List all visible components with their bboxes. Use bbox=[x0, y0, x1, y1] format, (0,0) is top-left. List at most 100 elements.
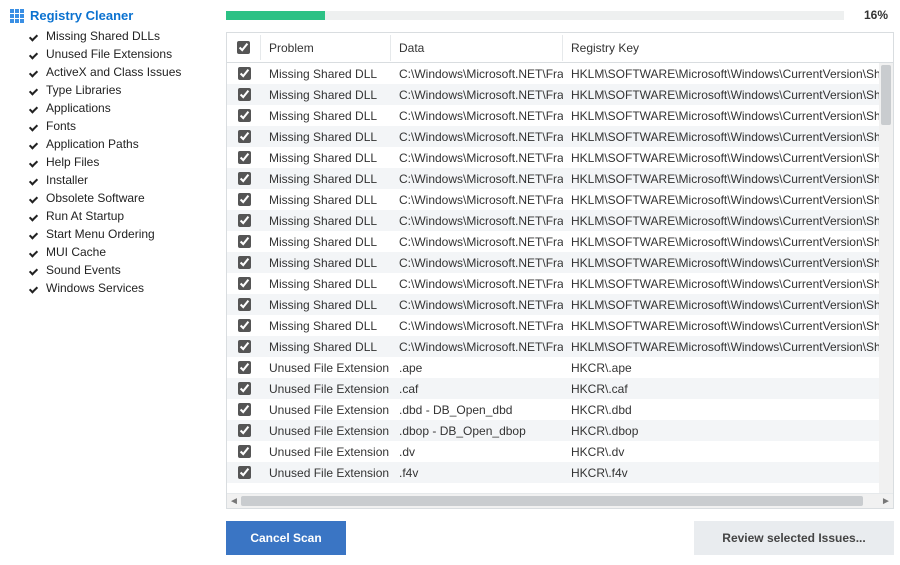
scroll-left-arrow-icon[interactable]: ◄ bbox=[227, 494, 241, 508]
sidebar-item[interactable]: Windows Services bbox=[8, 279, 214, 297]
table-row[interactable]: Missing Shared DLLC:\Windows\Microsoft.N… bbox=[227, 210, 893, 231]
row-checkbox-cell bbox=[227, 65, 261, 82]
row-checkbox[interactable] bbox=[238, 88, 251, 101]
sidebar-item-label: Windows Services bbox=[46, 281, 144, 295]
table-row[interactable]: Missing Shared DLLC:\Windows\Microsoft.N… bbox=[227, 273, 893, 294]
cell-data: C:\Windows\Microsoft.NET\Fra... bbox=[391, 86, 563, 104]
sidebar-item[interactable]: Application Paths bbox=[8, 135, 214, 153]
sidebar-item-label: Help Files bbox=[46, 155, 99, 169]
cell-data: C:\Windows\Microsoft.NET\Fra... bbox=[391, 275, 563, 293]
check-icon bbox=[30, 49, 40, 59]
row-checkbox[interactable] bbox=[238, 361, 251, 374]
cell-key: HKLM\SOFTWARE\Microsoft\Windows\CurrentV… bbox=[563, 65, 893, 83]
table-row[interactable]: Missing Shared DLLC:\Windows\Microsoft.N… bbox=[227, 252, 893, 273]
cell-problem: Missing Shared DLL bbox=[261, 170, 391, 188]
table-row[interactable]: Unused File Extension.dvHKCR\.dv bbox=[227, 441, 893, 462]
sidebar-item[interactable]: Run At Startup bbox=[8, 207, 214, 225]
row-checkbox[interactable] bbox=[238, 172, 251, 185]
cell-key: HKLM\SOFTWARE\Microsoft\Windows\CurrentV… bbox=[563, 254, 893, 272]
sidebar-item[interactable]: Type Libraries bbox=[8, 81, 214, 99]
scroll-right-arrow-icon[interactable]: ► bbox=[879, 494, 893, 508]
sidebar-item[interactable]: Applications bbox=[8, 99, 214, 117]
row-checkbox[interactable] bbox=[238, 424, 251, 437]
row-checkbox[interactable] bbox=[238, 67, 251, 80]
sidebar-item[interactable]: Start Menu Ordering bbox=[8, 225, 214, 243]
row-checkbox[interactable] bbox=[238, 340, 251, 353]
vertical-scrollbar[interactable] bbox=[879, 63, 893, 493]
col-key[interactable]: Registry Key bbox=[563, 35, 893, 61]
row-checkbox[interactable] bbox=[238, 466, 251, 479]
col-problem[interactable]: Problem bbox=[261, 35, 391, 61]
row-checkbox[interactable] bbox=[238, 298, 251, 311]
cell-key: HKLM\SOFTWARE\Microsoft\Windows\CurrentV… bbox=[563, 86, 893, 104]
sidebar-item[interactable]: Sound Events bbox=[8, 261, 214, 279]
row-checkbox[interactable] bbox=[238, 256, 251, 269]
row-checkbox[interactable] bbox=[238, 109, 251, 122]
cell-data: .f4v bbox=[391, 464, 563, 482]
row-checkbox[interactable] bbox=[238, 130, 251, 143]
sidebar-item[interactable]: Missing Shared DLLs bbox=[8, 27, 214, 45]
row-checkbox[interactable] bbox=[238, 151, 251, 164]
horizontal-scroll-thumb[interactable] bbox=[241, 496, 863, 506]
check-icon bbox=[30, 175, 40, 185]
sidebar-header[interactable]: Registry Cleaner bbox=[8, 8, 214, 23]
table-row[interactable]: Missing Shared DLLC:\Windows\Microsoft.N… bbox=[227, 147, 893, 168]
review-issues-button[interactable]: Review selected Issues... bbox=[694, 521, 894, 555]
cell-key: HKLM\SOFTWARE\Microsoft\Windows\CurrentV… bbox=[563, 338, 893, 356]
sidebar-item[interactable]: Help Files bbox=[8, 153, 214, 171]
table-row[interactable]: Missing Shared DLLC:\Windows\Microsoft.N… bbox=[227, 126, 893, 147]
cancel-scan-button[interactable]: Cancel Scan bbox=[226, 521, 346, 555]
cell-data: C:\Windows\Microsoft.NET\Fra... bbox=[391, 149, 563, 167]
row-checkbox[interactable] bbox=[238, 403, 251, 416]
row-checkbox[interactable] bbox=[238, 277, 251, 290]
table-row[interactable]: Unused File Extension.dbop - DB_Open_dbo… bbox=[227, 420, 893, 441]
horizontal-scrollbar[interactable]: ◄ ► bbox=[227, 493, 893, 508]
table-row[interactable]: Unused File Extension.dbd - DB_Open_dbdH… bbox=[227, 399, 893, 420]
cell-problem: Missing Shared DLL bbox=[261, 296, 391, 314]
row-checkbox[interactable] bbox=[238, 382, 251, 395]
table-row[interactable]: Missing Shared DLLC:\Windows\Microsoft.N… bbox=[227, 84, 893, 105]
row-checkbox[interactable] bbox=[238, 193, 251, 206]
row-checkbox-cell bbox=[227, 191, 261, 208]
sidebar-item[interactable]: MUI Cache bbox=[8, 243, 214, 261]
cell-key: HKLM\SOFTWARE\Microsoft\Windows\CurrentV… bbox=[563, 317, 893, 335]
table-row[interactable]: Missing Shared DLLC:\Windows\Microsoft.N… bbox=[227, 231, 893, 252]
cell-data: C:\Windows\Microsoft.NET\Fra... bbox=[391, 254, 563, 272]
check-icon bbox=[30, 121, 40, 131]
cell-problem: Missing Shared DLL bbox=[261, 317, 391, 335]
cell-problem: Unused File Extension bbox=[261, 443, 391, 461]
select-all-checkbox[interactable] bbox=[237, 41, 250, 54]
table-row[interactable]: Unused File Extension.apeHKCR\.ape bbox=[227, 357, 893, 378]
table-row[interactable]: Missing Shared DLLC:\Windows\Microsoft.N… bbox=[227, 315, 893, 336]
check-icon bbox=[30, 103, 40, 113]
cell-data: .dbd - DB_Open_dbd bbox=[391, 401, 563, 419]
table-row[interactable]: Missing Shared DLLC:\Windows\Microsoft.N… bbox=[227, 336, 893, 357]
cell-data: C:\Windows\Microsoft.NET\Fra... bbox=[391, 317, 563, 335]
row-checkbox[interactable] bbox=[238, 214, 251, 227]
row-checkbox[interactable] bbox=[238, 235, 251, 248]
row-checkbox-cell bbox=[227, 359, 261, 376]
table-row[interactable]: Missing Shared DLLC:\Windows\Microsoft.N… bbox=[227, 294, 893, 315]
table-row[interactable]: Missing Shared DLLC:\Windows\Microsoft.N… bbox=[227, 105, 893, 126]
row-checkbox-cell bbox=[227, 443, 261, 460]
progress-percent: 16% bbox=[854, 8, 888, 22]
cell-key: HKLM\SOFTWARE\Microsoft\Windows\CurrentV… bbox=[563, 212, 893, 230]
sidebar: Registry Cleaner Missing Shared DLLsUnus… bbox=[0, 0, 214, 565]
sidebar-item-label: Obsolete Software bbox=[46, 191, 145, 205]
table-row[interactable]: Missing Shared DLLC:\Windows\Microsoft.N… bbox=[227, 168, 893, 189]
table-row[interactable]: Unused File Extension.f4vHKCR\.f4v bbox=[227, 462, 893, 483]
row-checkbox-cell bbox=[227, 254, 261, 271]
table-row[interactable]: Unused File Extension.cafHKCR\.caf bbox=[227, 378, 893, 399]
vertical-scroll-thumb[interactable] bbox=[881, 65, 891, 125]
sidebar-item[interactable]: Unused File Extensions bbox=[8, 45, 214, 63]
col-data[interactable]: Data bbox=[391, 35, 563, 61]
row-checkbox[interactable] bbox=[238, 319, 251, 332]
sidebar-item[interactable]: Fonts bbox=[8, 117, 214, 135]
table-row[interactable]: Missing Shared DLLC:\Windows\Microsoft.N… bbox=[227, 189, 893, 210]
sidebar-item[interactable]: ActiveX and Class Issues bbox=[8, 63, 214, 81]
table-row[interactable]: Missing Shared DLLC:\Windows\Microsoft.N… bbox=[227, 63, 893, 84]
sidebar-item[interactable]: Obsolete Software bbox=[8, 189, 214, 207]
cell-data: C:\Windows\Microsoft.NET\Fra... bbox=[391, 212, 563, 230]
row-checkbox[interactable] bbox=[238, 445, 251, 458]
sidebar-item[interactable]: Installer bbox=[8, 171, 214, 189]
